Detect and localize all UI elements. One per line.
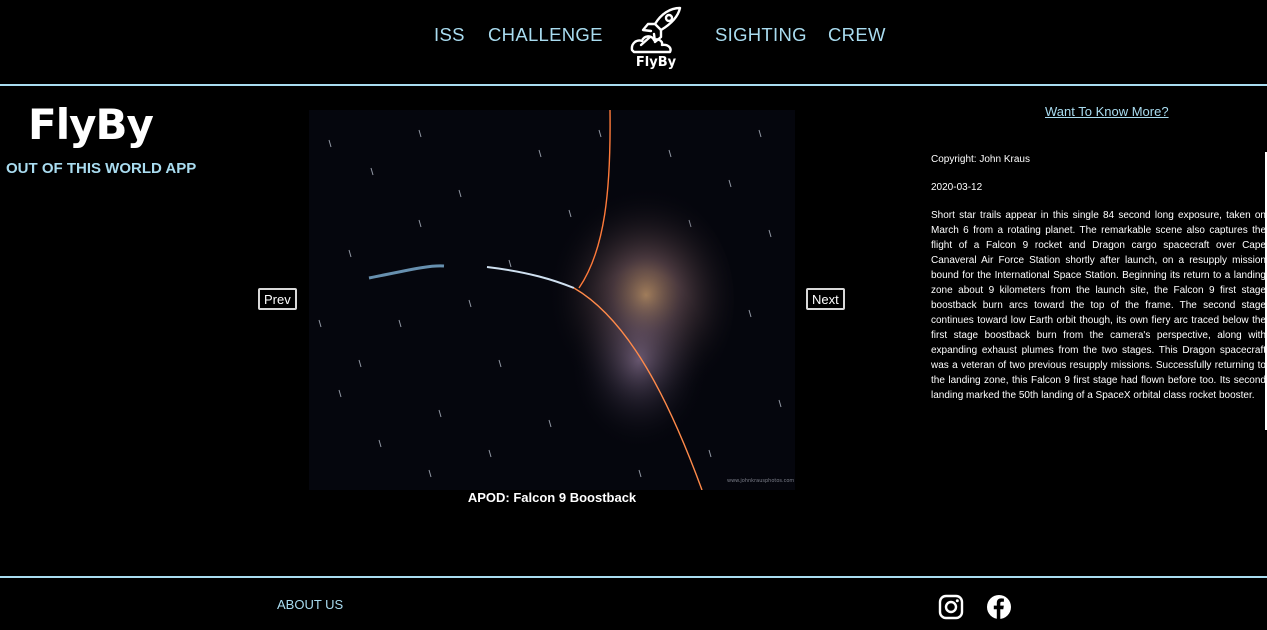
- apod-description: Short star trails appear in this single …: [931, 210, 1266, 401]
- falcon-boostback-photo: www.johnkrausphotos.com: [309, 110, 795, 490]
- brand-tagline: OUT OF THIS WORLD APP: [6, 160, 197, 177]
- apod-info-panel: Copyright: John Kraus 2020-03-12 Short s…: [931, 152, 1266, 403]
- header-divider: [0, 84, 1267, 86]
- nav-link-iss[interactable]: ISS: [434, 24, 465, 46]
- prev-button[interactable]: Prev: [258, 288, 297, 310]
- top-navigation: ISS CHALLENGE FlyBy SIGHTING CREW: [0, 0, 1267, 84]
- flyby-logo[interactable]: FlyBy: [628, 4, 684, 70]
- apod-caption: APOD: Falcon 9 Boostback: [467, 490, 637, 505]
- brand-title: FlyBy: [28, 100, 154, 149]
- facebook-icon[interactable]: [986, 594, 1012, 620]
- apod-image: www.johnkrausphotos.com: [309, 110, 795, 490]
- apod-copyright: Copyright: John Kraus: [931, 154, 1030, 165]
- rocket-icon: [630, 6, 682, 54]
- want-to-know-more-link[interactable]: Want To Know More?: [1045, 104, 1169, 119]
- logo-wordmark: FlyBy: [635, 55, 677, 70]
- next-button[interactable]: Next: [806, 288, 845, 310]
- footer-divider: [0, 576, 1267, 578]
- apod-date: 2020-03-12: [931, 182, 983, 193]
- nav-link-crew[interactable]: CREW: [828, 24, 886, 46]
- nav-link-sighting[interactable]: SIGHTING: [715, 24, 807, 46]
- nav-link-challenge[interactable]: CHALLENGE: [488, 24, 603, 46]
- instagram-icon[interactable]: [938, 594, 964, 620]
- photo-watermark: www.johnkrausphotos.com: [727, 478, 794, 484]
- about-us-link[interactable]: ABOUT US: [277, 597, 343, 612]
